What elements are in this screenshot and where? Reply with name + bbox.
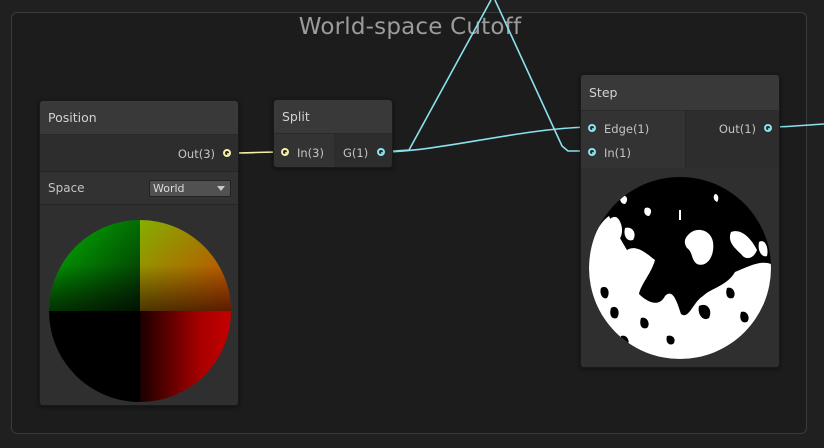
position-output-label: Out(3) <box>177 147 215 161</box>
split-node[interactable]: Split In(3) G(1) <box>273 99 393 168</box>
step-node[interactable]: Step Edge(1) In(1) Out(1) <box>580 74 780 368</box>
wire-offscreen-to-step-in[interactable] <box>494 0 592 152</box>
position-space-row: Space World <box>40 171 238 205</box>
split-input-port[interactable] <box>281 148 289 156</box>
step-preview <box>581 168 779 367</box>
position-preview <box>40 205 238 405</box>
position-preview-sphere <box>49 220 231 402</box>
step-edge-label: Edge(1) <box>604 122 650 136</box>
wire-split-to-offscreen[interactable] <box>379 0 492 153</box>
split-node-title[interactable]: Split <box>274 100 392 134</box>
step-ports-row: Edge(1) In(1) Out(1) <box>581 111 779 168</box>
split-output-port[interactable] <box>377 148 385 156</box>
split-output-label: G(1) <box>343 146 369 160</box>
space-dropdown-value: World <box>153 182 185 195</box>
space-dropdown[interactable]: World <box>149 180 231 197</box>
position-node[interactable]: Position Out(3) Space World <box>39 100 239 406</box>
step-preview-sphere <box>589 177 771 359</box>
step-in-label: In(1) <box>604 146 631 160</box>
position-output-row: Out(3) <box>40 135 238 171</box>
step-in-port[interactable] <box>588 148 596 156</box>
position-node-title[interactable]: Position <box>40 101 238 135</box>
graph-canvas[interactable]: World-space Cutoff Position Out(3) Space… <box>0 0 824 448</box>
split-ports-row: In(3) G(1) <box>274 134 392 167</box>
space-label: Space <box>48 181 85 195</box>
split-input-label: In(3) <box>297 146 324 160</box>
wire-split-to-step-edge[interactable] <box>379 126 593 153</box>
step-node-title[interactable]: Step <box>581 75 779 111</box>
position-output-port[interactable] <box>223 149 231 157</box>
chevron-down-icon <box>217 186 225 191</box>
step-output-label: Out(1) <box>718 122 756 136</box>
step-output-port[interactable] <box>764 124 772 132</box>
step-input-column <box>581 111 686 168</box>
step-edge-port[interactable] <box>588 124 596 132</box>
